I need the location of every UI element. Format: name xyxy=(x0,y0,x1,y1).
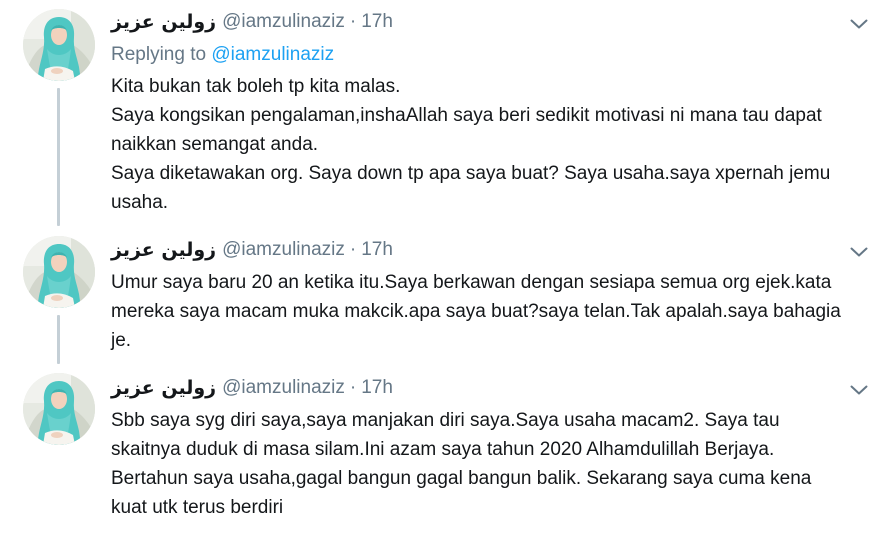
display-name[interactable]: زولين عزيز xyxy=(111,8,216,36)
display-name[interactable]: زولين عزيز xyxy=(111,236,216,264)
separator-dot: · xyxy=(349,11,357,32)
tweet-menu-button[interactable] xyxy=(847,378,871,402)
tweet-menu-button[interactable] xyxy=(847,12,871,36)
tweet-thread: زولين عزيز @iamzulinaziz · 17h Replying … xyxy=(0,0,887,534)
tweet-text: Umur saya baru 20 an ketika itu.Saya ber… xyxy=(111,268,851,355)
tweet-paragraph: Sbb saya syg diri saya,saya manjakan dir… xyxy=(111,410,817,518)
thread-connector xyxy=(57,88,60,226)
tweet-header: زولين عزيز @iamzulinaziz · 17h xyxy=(111,374,393,402)
user-handle[interactable]: @iamzulinaziz xyxy=(222,374,345,402)
chevron-down-icon xyxy=(847,240,871,264)
chevron-down-icon xyxy=(847,12,871,36)
tweet-paragraph: Saya kongsikan pengalaman,inshaAllah say… xyxy=(111,105,828,155)
separator-dot: · xyxy=(349,239,357,260)
tweet-text: Kita bukan tak boleh tp kita malas. Saya… xyxy=(111,72,851,217)
user-handle[interactable]: @iamzulinaziz xyxy=(222,236,345,264)
replying-to: Replying to @iamzulinaziz xyxy=(111,41,334,69)
tweet-paragraph: Umur saya baru 20 an ketika itu.Saya ber… xyxy=(111,272,847,351)
avatar[interactable] xyxy=(23,9,95,81)
user-handle[interactable]: @iamzulinaziz xyxy=(222,8,345,36)
timestamp[interactable]: 17h xyxy=(361,374,393,402)
tweet-menu-button[interactable] xyxy=(847,240,871,264)
profile-photo-icon xyxy=(23,9,95,81)
tweet-header: زولين عزيز @iamzulinaziz · 17h xyxy=(111,8,393,36)
chevron-down-icon xyxy=(847,378,871,402)
tweet-paragraph: Saya diketawakan org. Saya down tp apa s… xyxy=(111,163,836,213)
timestamp[interactable]: 17h xyxy=(361,8,393,36)
tweet-text: Sbb saya syg diri saya,saya manjakan dir… xyxy=(111,406,851,522)
display-name[interactable]: زولين عزيز xyxy=(111,374,216,402)
tweet-paragraph: Kita bukan tak boleh tp kita malas. xyxy=(111,76,401,97)
profile-photo-icon xyxy=(23,236,95,308)
reply-prefix: Replying to xyxy=(111,44,207,65)
separator-dot: · xyxy=(349,377,357,398)
avatar[interactable] xyxy=(23,373,95,445)
avatar[interactable] xyxy=(23,236,95,308)
tweet-header: زولين عزيز @iamzulinaziz · 17h xyxy=(111,236,393,264)
reply-handle-link[interactable]: @iamzulinaziz xyxy=(211,44,334,65)
timestamp[interactable]: 17h xyxy=(361,236,393,264)
profile-photo-icon xyxy=(23,373,95,445)
thread-connector xyxy=(57,315,60,364)
